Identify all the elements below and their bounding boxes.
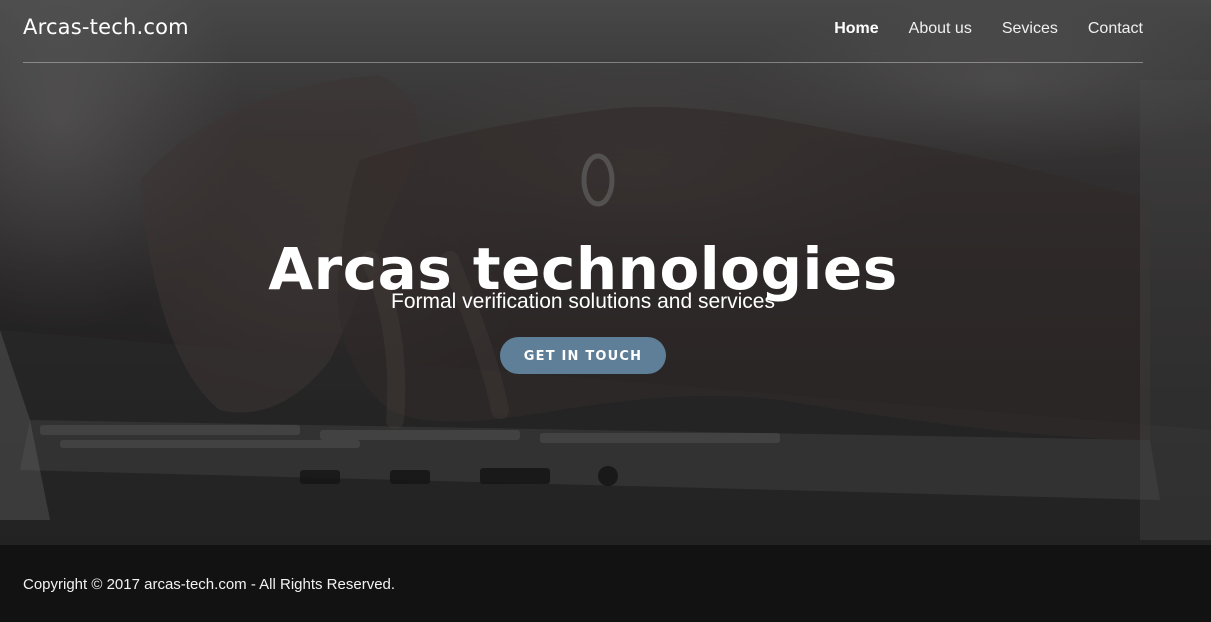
get-in-touch-button[interactable]: GET IN TOUCH	[500, 337, 666, 374]
copyright-text: Copyright © 2017 arcas-tech.com - All Ri…	[23, 576, 396, 593]
nav-item-contact[interactable]: Contact	[1088, 20, 1143, 38]
page: Arcas-tech.com Home About us Sevices Con…	[0, 0, 1211, 622]
nav-item-services[interactable]: Sevices	[1002, 20, 1058, 38]
footer: Copyright © 2017 arcas-tech.com - All Ri…	[0, 545, 1211, 622]
nav-item-home[interactable]: Home	[834, 20, 878, 38]
main-nav: Home About us Sevices Contact	[834, 20, 1143, 38]
hero-subtitle: Formal verification solutions and servic…	[391, 290, 775, 313]
hero-section: Arcas-tech.com Home About us Sevices Con…	[0, 0, 1211, 545]
brand-logo[interactable]: Arcas-tech.com	[23, 15, 189, 39]
nav-divider	[23, 62, 1143, 63]
nav-item-about-us[interactable]: About us	[909, 20, 972, 38]
